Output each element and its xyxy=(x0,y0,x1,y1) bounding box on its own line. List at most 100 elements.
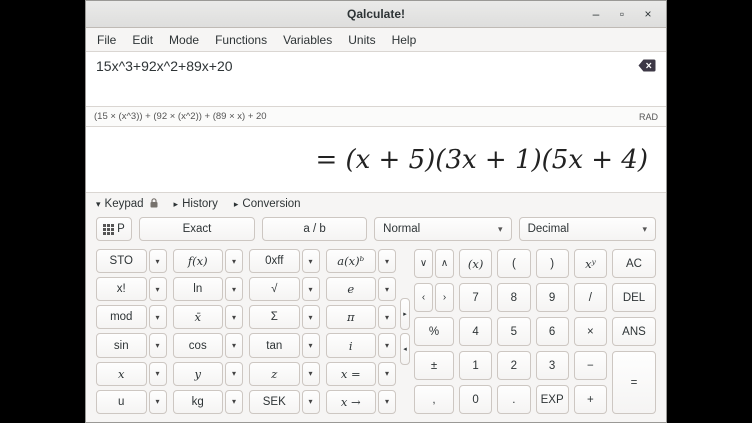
unit-u-menu-button[interactable]: ▾ xyxy=(149,390,167,414)
expression-entry[interactable]: 15x^3+92x^2+89x+20 xyxy=(86,52,666,107)
solve-equals-button[interactable]: x = xyxy=(326,362,377,386)
divide-button[interactable]: / xyxy=(574,283,607,312)
power-axb-menu-button[interactable]: ▾ xyxy=(378,249,396,273)
open-paren-button[interactable]: ( xyxy=(497,249,530,278)
unit-kg-button[interactable]: kg xyxy=(173,390,224,414)
sqrt-menu-button[interactable]: ▾ xyxy=(302,277,320,301)
plus-minus-button[interactable]: ± xyxy=(414,351,454,380)
digit-2-button[interactable]: 2 xyxy=(497,351,530,380)
digit-1-button[interactable]: 1 xyxy=(459,351,492,380)
mean-button[interactable]: x̄ xyxy=(173,305,224,329)
ln-menu-button[interactable]: ▾ xyxy=(225,277,243,301)
var-x-menu-button[interactable]: ▾ xyxy=(149,362,167,386)
unit-kg-menu-button[interactable]: ▾ xyxy=(225,390,243,414)
e-constant-menu-button[interactable]: ▾ xyxy=(378,277,396,301)
var-z-button[interactable]: z xyxy=(249,362,300,386)
clear-expression-icon[interactable] xyxy=(638,59,656,75)
nav-left-button[interactable]: ‹ xyxy=(414,283,433,312)
cos-menu-button[interactable]: ▾ xyxy=(225,333,243,357)
e-constant-button[interactable]: e xyxy=(326,277,377,301)
nav-down-button[interactable]: ∨ xyxy=(414,249,433,278)
plus-button[interactable]: + xyxy=(574,385,607,414)
function-fx-button[interactable]: f(x) xyxy=(173,249,224,273)
minimize-button[interactable]: – xyxy=(586,4,606,24)
digit-4-button[interactable]: 4 xyxy=(459,317,492,346)
sto-button[interactable]: STO xyxy=(96,249,147,273)
close-button[interactable]: × xyxy=(638,4,658,24)
var-z-menu-button[interactable]: ▾ xyxy=(302,362,320,386)
digit-5-button[interactable]: 5 xyxy=(497,317,530,346)
function-fx-menu-button[interactable]: ▾ xyxy=(225,249,243,273)
parenthesize-button[interactable]: (x) xyxy=(459,249,492,278)
display-mode-dropdown[interactable]: Normal ▾ xyxy=(374,217,511,241)
sum-menu-button[interactable]: ▾ xyxy=(302,305,320,329)
mod-menu-button[interactable]: ▾ xyxy=(149,305,167,329)
multiply-button[interactable]: × xyxy=(574,317,607,346)
expand-left-icon[interactable]: ◂ xyxy=(400,333,410,365)
imaginary-button[interactable]: i xyxy=(326,333,377,357)
nav-right-button[interactable]: › xyxy=(435,283,454,312)
sto-menu-button[interactable]: ▾ xyxy=(149,249,167,273)
close-paren-button[interactable]: ) xyxy=(536,249,569,278)
digit-7-button[interactable]: 7 xyxy=(459,283,492,312)
exp-button[interactable]: EXP xyxy=(536,385,569,414)
tan-button[interactable]: tan xyxy=(249,333,300,357)
pi-menu-button[interactable]: ▾ xyxy=(378,305,396,329)
menu-functions[interactable]: Functions xyxy=(208,30,274,50)
expand-right-icon[interactable]: ▸ xyxy=(400,298,410,330)
convert-to-button[interactable]: x → xyxy=(326,390,377,414)
menu-edit[interactable]: Edit xyxy=(125,30,160,50)
hex-0xff-menu-button[interactable]: ▾ xyxy=(302,249,320,273)
menu-units[interactable]: Units xyxy=(341,30,382,50)
digit-6-button[interactable]: 6 xyxy=(536,317,569,346)
digit-0-button[interactable]: 0 xyxy=(459,385,492,414)
programmer-keypad-button[interactable]: P xyxy=(96,217,132,241)
decimal-point-button[interactable]: . xyxy=(497,385,530,414)
imaginary-menu-button[interactable]: ▾ xyxy=(378,333,396,357)
power-button[interactable]: xʸ xyxy=(574,249,607,278)
factorial-menu-button[interactable]: ▾ xyxy=(149,277,167,301)
var-x-button[interactable]: x xyxy=(96,362,147,386)
number-base-dropdown[interactable]: Decimal ▾ xyxy=(519,217,656,241)
unit-u-button[interactable]: u xyxy=(96,390,147,414)
hex-0xff-button[interactable]: 0xff xyxy=(249,249,300,273)
sin-menu-button[interactable]: ▾ xyxy=(149,333,167,357)
currency-sek-menu-button[interactable]: ▾ xyxy=(302,390,320,414)
digit-3-button[interactable]: 3 xyxy=(536,351,569,380)
tan-menu-button[interactable]: ▾ xyxy=(302,333,320,357)
nav-up-button[interactable]: ∧ xyxy=(435,249,454,278)
menu-mode[interactable]: Mode xyxy=(162,30,206,50)
equals-button[interactable]: = xyxy=(612,351,656,414)
keypad-panel-toggle[interactable]: ▾ Keypad xyxy=(96,198,158,211)
pi-button[interactable]: π xyxy=(326,305,377,329)
solve-equals-menu-button[interactable]: ▾ xyxy=(378,362,396,386)
percent-button[interactable]: % xyxy=(414,317,454,346)
exact-toggle-button[interactable]: Exact xyxy=(139,217,255,241)
power-axb-button[interactable]: a(x)ᵇ xyxy=(326,249,377,273)
mod-button[interactable]: mod xyxy=(96,305,147,329)
minus-button[interactable]: − xyxy=(574,351,607,380)
comma-button[interactable]: , xyxy=(414,385,454,414)
menu-file[interactable]: File xyxy=(90,30,123,50)
expression-text[interactable]: 15x^3+92x^2+89x+20 xyxy=(96,58,656,74)
digit-8-button[interactable]: 8 xyxy=(497,283,530,312)
history-panel-toggle[interactable]: ▸ History xyxy=(174,198,218,210)
maximize-button[interactable]: ▫ xyxy=(612,4,632,24)
mean-menu-button[interactable]: ▾ xyxy=(225,305,243,329)
ans-button[interactable]: ANS xyxy=(612,317,656,346)
cos-button[interactable]: cos xyxy=(173,333,224,357)
lock-icon[interactable] xyxy=(150,198,158,211)
ac-button[interactable]: AC xyxy=(612,249,656,278)
currency-sek-button[interactable]: SEK xyxy=(249,390,300,414)
del-button[interactable]: DEL xyxy=(612,283,656,312)
ln-button[interactable]: ln xyxy=(173,277,224,301)
factorial-button[interactable]: x! xyxy=(96,277,147,301)
sin-button[interactable]: sin xyxy=(96,333,147,357)
sqrt-button[interactable]: √ xyxy=(249,277,300,301)
menu-help[interactable]: Help xyxy=(385,30,424,50)
convert-to-menu-button[interactable]: ▾ xyxy=(378,390,396,414)
conversion-panel-toggle[interactable]: ▸ Conversion xyxy=(234,198,301,210)
fraction-toggle-button[interactable]: a / b xyxy=(262,217,367,241)
var-y-button[interactable]: y xyxy=(173,362,224,386)
menu-variables[interactable]: Variables xyxy=(276,30,339,50)
